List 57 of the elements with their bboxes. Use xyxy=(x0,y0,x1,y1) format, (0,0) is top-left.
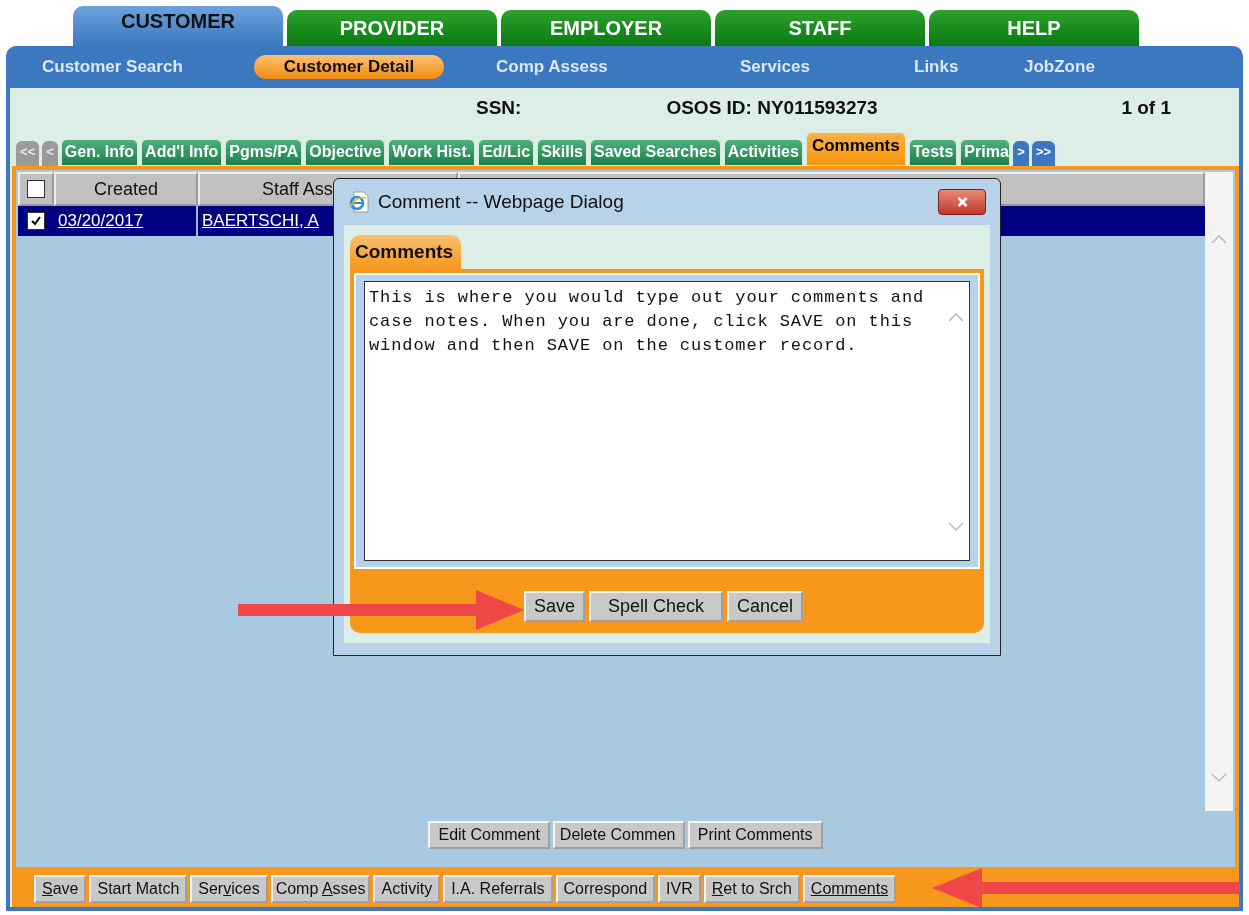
section-tab[interactable]: Tests xyxy=(908,139,958,166)
dialog-button[interactable]: Cancel xyxy=(727,591,804,622)
section-tab[interactable]: Comments xyxy=(805,132,906,166)
dialog-tab[interactable]: Comments xyxy=(350,235,462,269)
nav-link[interactable]: Services xyxy=(728,55,902,79)
row-checkbox[interactable] xyxy=(27,212,45,230)
toolbar-button[interactable]: IVR xyxy=(658,875,701,903)
section-tab[interactable]: Gen. Info xyxy=(60,139,139,166)
scroll-up-icon[interactable] xyxy=(1211,234,1227,244)
table-link[interactable]: 03/20/2017 xyxy=(58,211,144,231)
toolbar-button[interactable]: Save xyxy=(34,875,87,903)
tab-scroll-button[interactable]: > xyxy=(1013,141,1029,166)
table-link[interactable]: BAERTSCHI, A xyxy=(202,211,319,231)
main-tab[interactable]: HELP xyxy=(929,10,1139,46)
main-tab[interactable]: CUSTOMER xyxy=(73,6,283,46)
section-tab[interactable]: Saved Searches xyxy=(590,139,721,166)
main-tab[interactable]: STAFF xyxy=(715,10,925,46)
section-tab[interactable]: Ed/Lic xyxy=(478,139,535,166)
dialog-button[interactable]: Spell Check xyxy=(589,591,724,622)
section-tab[interactable]: Add'l Info xyxy=(141,139,223,166)
comment-action-button[interactable]: Edit Comment xyxy=(428,821,550,849)
section-tab[interactable]: Activities xyxy=(723,139,803,166)
toolbar-button[interactable]: Start Match xyxy=(89,875,188,903)
scroll-down-icon[interactable] xyxy=(1211,773,1227,783)
section-tab[interactable]: Work Hist. xyxy=(388,139,476,166)
comment-action-button[interactable]: Print Comments xyxy=(687,821,823,849)
toolbar-button[interactable]: Services xyxy=(190,875,268,903)
record-count: 1 of 1 xyxy=(1121,97,1171,119)
nav-link[interactable]: Comp Assess xyxy=(484,55,728,79)
ssn-label: SSN: xyxy=(476,97,522,119)
nav-link[interactable]: Customer Detail xyxy=(254,55,444,79)
toolbar-button[interactable]: Comments xyxy=(802,875,897,903)
tab-scroll-button[interactable]: >> xyxy=(1031,141,1056,166)
osos-id: OSOS ID: NY011593273 xyxy=(666,97,878,119)
dialog-button[interactable]: Save xyxy=(524,591,586,622)
close-button[interactable] xyxy=(938,189,986,215)
section-tab[interactable]: Objective xyxy=(305,139,386,166)
comment-action-button[interactable]: Delete Commen xyxy=(552,821,685,849)
nav-link[interactable]: Links xyxy=(902,55,1012,79)
check-icon xyxy=(30,215,42,227)
toolbar-button[interactable]: Activity xyxy=(373,875,441,903)
browser-page-icon xyxy=(348,191,370,213)
section-tab[interactable]: Skills xyxy=(537,139,587,166)
section-tab[interactable]: Prima xyxy=(960,139,1011,166)
close-icon xyxy=(955,196,969,208)
toolbar-button[interactable]: I.A. Referrals xyxy=(443,875,553,903)
column-header[interactable]: Created xyxy=(54,172,198,206)
select-all-checkbox[interactable] xyxy=(27,180,45,198)
toolbar-button[interactable]: Ret to Srch xyxy=(703,875,800,903)
nav-link[interactable]: Customer Search xyxy=(30,55,254,79)
nav-link[interactable]: JobZone xyxy=(1012,55,1107,79)
main-tab[interactable]: EMPLOYER xyxy=(501,10,711,46)
toolbar-button[interactable]: Correspond xyxy=(555,875,656,903)
scrollbar[interactable] xyxy=(1205,172,1233,811)
main-tab[interactable]: PROVIDER xyxy=(287,10,497,46)
toolbar-button[interactable]: Comp Asses xyxy=(270,875,371,903)
section-tab[interactable]: Pgms/PA xyxy=(225,139,303,166)
